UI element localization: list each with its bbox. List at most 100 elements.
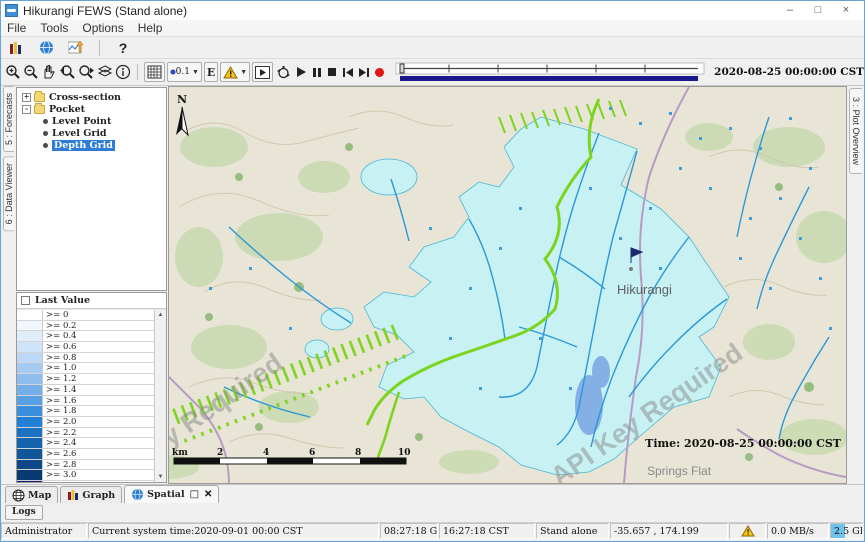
legend-row[interactable]: >= 1.2 — [17, 374, 166, 385]
tab-forecasts[interactable]: 5 : Forecasts — [3, 86, 14, 152]
tab-spatial-label: Spatial — [147, 489, 184, 500]
legend-row[interactable]: >= 0.4 — [17, 331, 166, 342]
tab-spatial[interactable]: Spatial □ ✕ — [124, 485, 219, 503]
right-tab-strip: 3 : Plot Overview — [847, 86, 864, 484]
status-mode: Stand alone — [536, 523, 609, 539]
scroll-down-icon[interactable]: ▼ — [158, 472, 164, 482]
tab-map[interactable]: Map — [5, 486, 58, 503]
current-time-label: 2020-08-25 00:00:00 CST — [714, 66, 864, 78]
legend-row[interactable]: >= 2.8 — [17, 460, 166, 471]
last-value-label: Last Value — [35, 295, 90, 306]
tree-item-cross-section[interactable]: + Cross-section — [17, 91, 166, 103]
info-icon[interactable] — [115, 62, 131, 82]
animation-settings-icon[interactable] — [275, 62, 292, 82]
tree-item-depth-grid[interactable]: Depth Grid — [17, 139, 166, 151]
step-forward-icon[interactable] — [357, 62, 371, 82]
data-viewer-panel: + Cross-section - Pocket Level Point Lev… — [15, 86, 168, 484]
legend-row-label: >= 1.2 — [43, 374, 154, 384]
legend-row[interactable]: >= 3.0 — [17, 470, 166, 481]
panel-close-icon[interactable]: ✕ — [204, 489, 212, 500]
window-title: Hikurangi FEWS (Stand alone) — [23, 4, 187, 18]
tree-item-level-grid[interactable]: Level Grid — [17, 127, 166, 139]
help-button[interactable]: ? — [112, 38, 134, 58]
maximize-button[interactable]: □ — [804, 2, 832, 19]
pause-icon[interactable] — [310, 62, 324, 82]
contour-interval-dropdown[interactable]: 0.1 ▼ — [167, 62, 202, 82]
zoom-next-icon[interactable] — [78, 62, 95, 82]
warning-threshold-dropdown[interactable]: ▼ — [220, 62, 250, 82]
movie-export-button[interactable] — [252, 62, 273, 82]
globe-explorer-icon[interactable] — [35, 38, 57, 58]
classifier-button[interactable]: E — [204, 62, 218, 82]
legend-row-label: >= 2.6 — [43, 449, 154, 459]
tab-data-viewer[interactable]: 6 : Data Viewer — [3, 156, 14, 231]
legend-color-swatch — [17, 385, 43, 395]
pan-hand-icon[interactable] — [41, 62, 57, 82]
legend-row[interactable]: >= 0 — [17, 310, 166, 321]
legend-color-swatch — [17, 449, 43, 459]
grid-display-button[interactable] — [144, 62, 165, 82]
legend-row[interactable]: >= 0.8 — [17, 353, 166, 364]
status-memory: 2.5 GB — [830, 523, 863, 539]
menu-options[interactable]: Options — [82, 21, 123, 35]
legend-row[interactable]: >= 1.4 — [17, 385, 166, 396]
legend-row[interactable]: >= 1.6 — [17, 396, 166, 407]
logs-bar: Logs — [1, 503, 864, 522]
tab-graph-label: Graph — [82, 490, 115, 501]
classifier-label: E — [207, 66, 215, 79]
legend-row[interactable]: >= 1.0 — [17, 363, 166, 374]
legend-row[interactable]: >= 0.2 — [17, 321, 166, 332]
scroll-up-icon[interactable]: ▲ — [158, 310, 164, 320]
minimize-button[interactable]: – — [776, 2, 804, 19]
tree-item-label: Cross-section — [49, 92, 121, 103]
play-icon[interactable] — [294, 62, 308, 82]
panel-maximize-icon[interactable]: □ — [190, 489, 199, 500]
legend-row-label: >= 0 — [43, 310, 154, 320]
logs-button[interactable]: Logs — [5, 505, 43, 520]
collapse-icon[interactable]: - — [22, 105, 31, 114]
timeseries-import-icon[interactable] — [65, 38, 87, 58]
svg-text:4: 4 — [263, 448, 269, 458]
tree-item-pocket[interactable]: - Pocket — [17, 103, 166, 115]
close-button[interactable]: × — [832, 2, 860, 19]
legend-row-label: >= 2.4 — [43, 438, 154, 448]
legend-row[interactable]: >= 2.6 — [17, 449, 166, 460]
time-slider-thumb[interactable] — [400, 64, 404, 73]
spatial-map-view[interactable]: API Key Required API Key Required Hikura… — [168, 86, 847, 484]
menu-help[interactable]: Help — [138, 21, 163, 35]
svg-text:6: 6 — [309, 448, 315, 458]
legend-row[interactable]: >= 3.2 — [17, 481, 166, 482]
bullet-icon — [43, 143, 48, 148]
tab-graph[interactable]: Graph — [60, 486, 122, 503]
layers-icon[interactable] — [97, 62, 113, 82]
time-slider[interactable] — [394, 61, 706, 83]
zoom-in-icon[interactable] — [5, 62, 21, 82]
status-local-time: 16:27:18 CST — [439, 523, 535, 539]
stop-icon[interactable] — [326, 62, 340, 82]
legend-row[interactable]: >= 1.8 — [17, 406, 166, 417]
record-icon[interactable] — [373, 62, 387, 82]
status-warning-icon[interactable] — [729, 523, 766, 539]
menu-tools[interactable]: Tools — [40, 21, 68, 35]
zoom-out-icon[interactable] — [23, 62, 39, 82]
status-user: Administrator — [1, 523, 87, 539]
tab-plot-overview[interactable]: 3 : Plot Overview — [849, 88, 862, 174]
last-value-checkbox[interactable] — [21, 296, 30, 305]
expand-icon[interactable]: + — [22, 93, 31, 102]
database-icon[interactable] — [5, 38, 27, 58]
step-back-icon[interactable] — [341, 62, 355, 82]
map-canvas[interactable]: API Key Required API Key Required Hikura… — [169, 87, 846, 483]
legend-row[interactable]: >= 2.2 — [17, 428, 166, 439]
legend-row[interactable]: >= 0.6 — [17, 342, 166, 353]
legend-color-swatch — [17, 417, 43, 427]
tree-item-label: Level Grid — [52, 128, 107, 139]
menu-file[interactable]: File — [7, 21, 26, 35]
svg-text:N: N — [177, 93, 187, 106]
svg-text:8: 8 — [355, 448, 361, 458]
legend-scrollbar[interactable]: ▲ ▼ — [154, 310, 166, 482]
legend-row[interactable]: >= 2.4 — [17, 438, 166, 449]
legend-row[interactable]: >= 2.0 — [17, 417, 166, 428]
legend-color-swatch — [17, 470, 43, 480]
tree-item-level-point[interactable]: Level Point — [17, 115, 166, 127]
zoom-previous-icon[interactable] — [59, 62, 76, 82]
